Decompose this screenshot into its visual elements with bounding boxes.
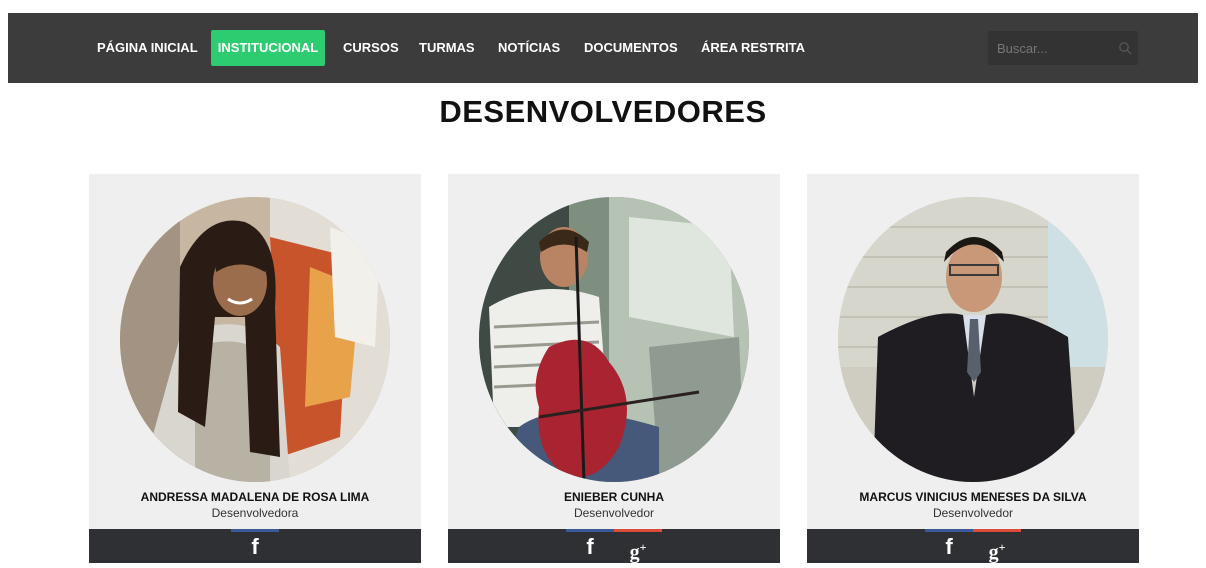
google-plus-icon[interactable]: g+ <box>614 529 662 564</box>
nav-item-institucional[interactable]: INSTITUCIONAL <box>211 30 325 66</box>
developer-role: Desenvolvedor <box>932 506 1014 520</box>
social-bar: f g+ <box>807 529 1139 564</box>
nav-item-area-restrita[interactable]: ÁREA RESTRITA <box>701 30 805 66</box>
developer-role: Desenvolvedora <box>211 506 299 520</box>
nav-item-noticias[interactable]: NOTÍCIAS <box>498 30 560 66</box>
search-input[interactable] <box>988 31 1108 65</box>
developer-name: MARCUS VINICIUS MENESES DA SILVA <box>859 490 1087 504</box>
page-title: DESENVOLVEDORES <box>439 94 767 129</box>
developer-card-marcus: MARCUS VINICIUS MENESES DA SILVA Desenvo… <box>807 174 1139 564</box>
search-icon[interactable] <box>1118 41 1132 55</box>
top-navbar: PÁGINA INICIAL INSTITUCIONAL CURSOS TURM… <box>8 13 1198 83</box>
developer-name: ANDRESSA MADALENA DE ROSA LIMA <box>140 490 370 504</box>
nav-item-cursos[interactable]: CURSOS <box>343 30 399 66</box>
nav-item-documentos[interactable]: DOCUMENTOS <box>584 30 678 66</box>
developer-card-enieber: ENIEBER CUNHA Desenvolvedor f g+ <box>448 174 780 564</box>
developer-photo <box>838 197 1108 482</box>
social-bar: f <box>89 529 421 563</box>
social-bar: f g+ <box>448 529 780 564</box>
nav-item-turmas[interactable]: TURMAS <box>419 30 475 66</box>
search-box <box>988 31 1138 65</box>
developer-role: Desenvolvedor <box>573 506 655 520</box>
google-plus-icon[interactable]: g+ <box>973 529 1021 564</box>
developer-name: ENIEBER CUNHA <box>563 490 664 504</box>
developer-photo <box>120 197 390 482</box>
developer-card-andressa: ANDRESSA MADALENA DE ROSA LIMA Desenvolv… <box>89 174 421 563</box>
developer-photo <box>479 197 749 482</box>
facebook-icon[interactable]: f <box>231 529 279 563</box>
nav-item-pagina-inicial[interactable]: PÁGINA INICIAL <box>97 30 198 66</box>
facebook-icon[interactable]: f <box>925 529 973 563</box>
facebook-icon[interactable]: f <box>566 529 614 563</box>
